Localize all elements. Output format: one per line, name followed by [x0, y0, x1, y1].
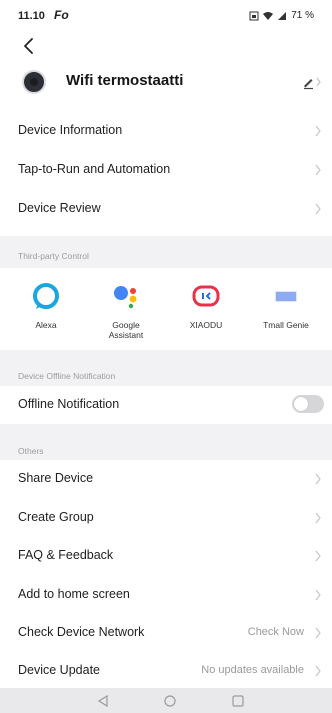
nav-recents-icon[interactable] — [231, 694, 245, 708]
edit-pencil-icon[interactable] — [302, 74, 322, 90]
third-party-label: Alexa — [35, 320, 57, 330]
status-time: 11.10 — [18, 10, 45, 22]
sim-icon — [249, 11, 259, 20]
menu-device-review[interactable]: Device Review — [0, 190, 332, 228]
chevron-right-icon — [315, 164, 321, 176]
nav-home-icon[interactable] — [163, 694, 177, 708]
chevron-right-icon — [315, 550, 321, 562]
offline-notification-row: Offline Notification — [0, 386, 332, 424]
section-third-party: Third-party Control — [0, 236, 332, 268]
wifi-icon — [263, 11, 274, 20]
row-value: Check Now — [247, 626, 304, 638]
row-value: No updates available — [201, 664, 304, 676]
chevron-right-icon — [315, 665, 321, 677]
third-party-alexa[interactable]: Alexa — [6, 268, 86, 350]
menu-tap-to-run[interactable]: Tap-to-Run and Automation — [0, 151, 332, 189]
battery-level: 71 % — [291, 10, 314, 21]
row-label: Offline Notification — [18, 397, 120, 411]
section-others: Others — [0, 424, 332, 460]
row-label: Create Group — [18, 510, 94, 524]
google-assistant-icon — [114, 286, 137, 309]
signal-icon — [278, 11, 287, 20]
third-party-tmall-genie[interactable]: Tmall Genie — [246, 268, 326, 350]
menu-device-update[interactable]: Device Update No updates available — [0, 652, 332, 688]
row-label: Tap-to-Run and Automation — [18, 162, 171, 176]
row-label: Device Review — [18, 201, 101, 215]
device-header: Wifi termostaatti — [0, 62, 332, 102]
menu-add-to-home-screen[interactable]: Add to home screen — [0, 576, 332, 614]
menu-check-device-network[interactable]: Check Device Network Check Now — [0, 614, 332, 652]
chevron-right-icon — [315, 627, 321, 639]
chevron-right-icon — [315, 512, 321, 524]
menu-create-group[interactable]: Create Group — [0, 499, 332, 537]
section-title: Others — [18, 446, 44, 456]
status-right: 71 % — [249, 10, 314, 21]
section-title: Third-party Control — [18, 251, 89, 261]
tmall-genie-icon — [275, 291, 297, 302]
menu-device-information[interactable]: Device Information — [0, 112, 332, 150]
nav-back-icon[interactable] — [96, 694, 110, 708]
section-title: Device Offline Notification — [18, 371, 116, 381]
chevron-right-icon — [315, 473, 321, 485]
row-label: FAQ & Feedback — [18, 548, 114, 562]
alexa-icon — [33, 283, 59, 309]
row-label: Check Device Network — [18, 625, 145, 639]
offline-notification-toggle[interactable] — [292, 395, 324, 413]
chevron-right-icon — [315, 589, 321, 601]
device-name: Wifi termostaatti — [66, 72, 184, 89]
menu-share-device[interactable]: Share Device — [0, 460, 332, 498]
chevron-right-icon — [315, 125, 321, 137]
device-thumbnail — [22, 70, 46, 94]
third-party-label: Tmall Genie — [263, 320, 309, 330]
third-party-list: Alexa Google Assistant XIAODU Tmall Geni… — [0, 268, 332, 350]
row-label: Add to home screen — [18, 587, 130, 601]
third-party-label: Google Assistant — [108, 320, 144, 340]
xiaodu-icon — [192, 285, 220, 307]
device-settings-screen: 11.10 Fo 71 % Wifi termostaatti Device I… — [0, 0, 332, 713]
row-label: Share Device — [18, 471, 94, 485]
menu-faq-feedback[interactable]: FAQ & Feedback — [0, 537, 332, 575]
section-offline: Device Offline Notification — [0, 350, 332, 386]
third-party-label: XIAODU — [189, 320, 223, 330]
row-label: Device Information — [18, 123, 123, 137]
system-nav-bar — [0, 688, 332, 713]
third-party-google-assistant[interactable]: Google Assistant — [86, 268, 166, 350]
status-bar: 11.10 Fo 71 % — [0, 0, 332, 28]
back-chevron-icon[interactable] — [20, 36, 38, 56]
third-party-xiaodu[interactable]: XIAODU — [166, 268, 246, 350]
chevron-right-icon — [315, 203, 321, 215]
app-indicator: Fo — [54, 8, 69, 22]
row-label: Device Update — [18, 663, 100, 677]
